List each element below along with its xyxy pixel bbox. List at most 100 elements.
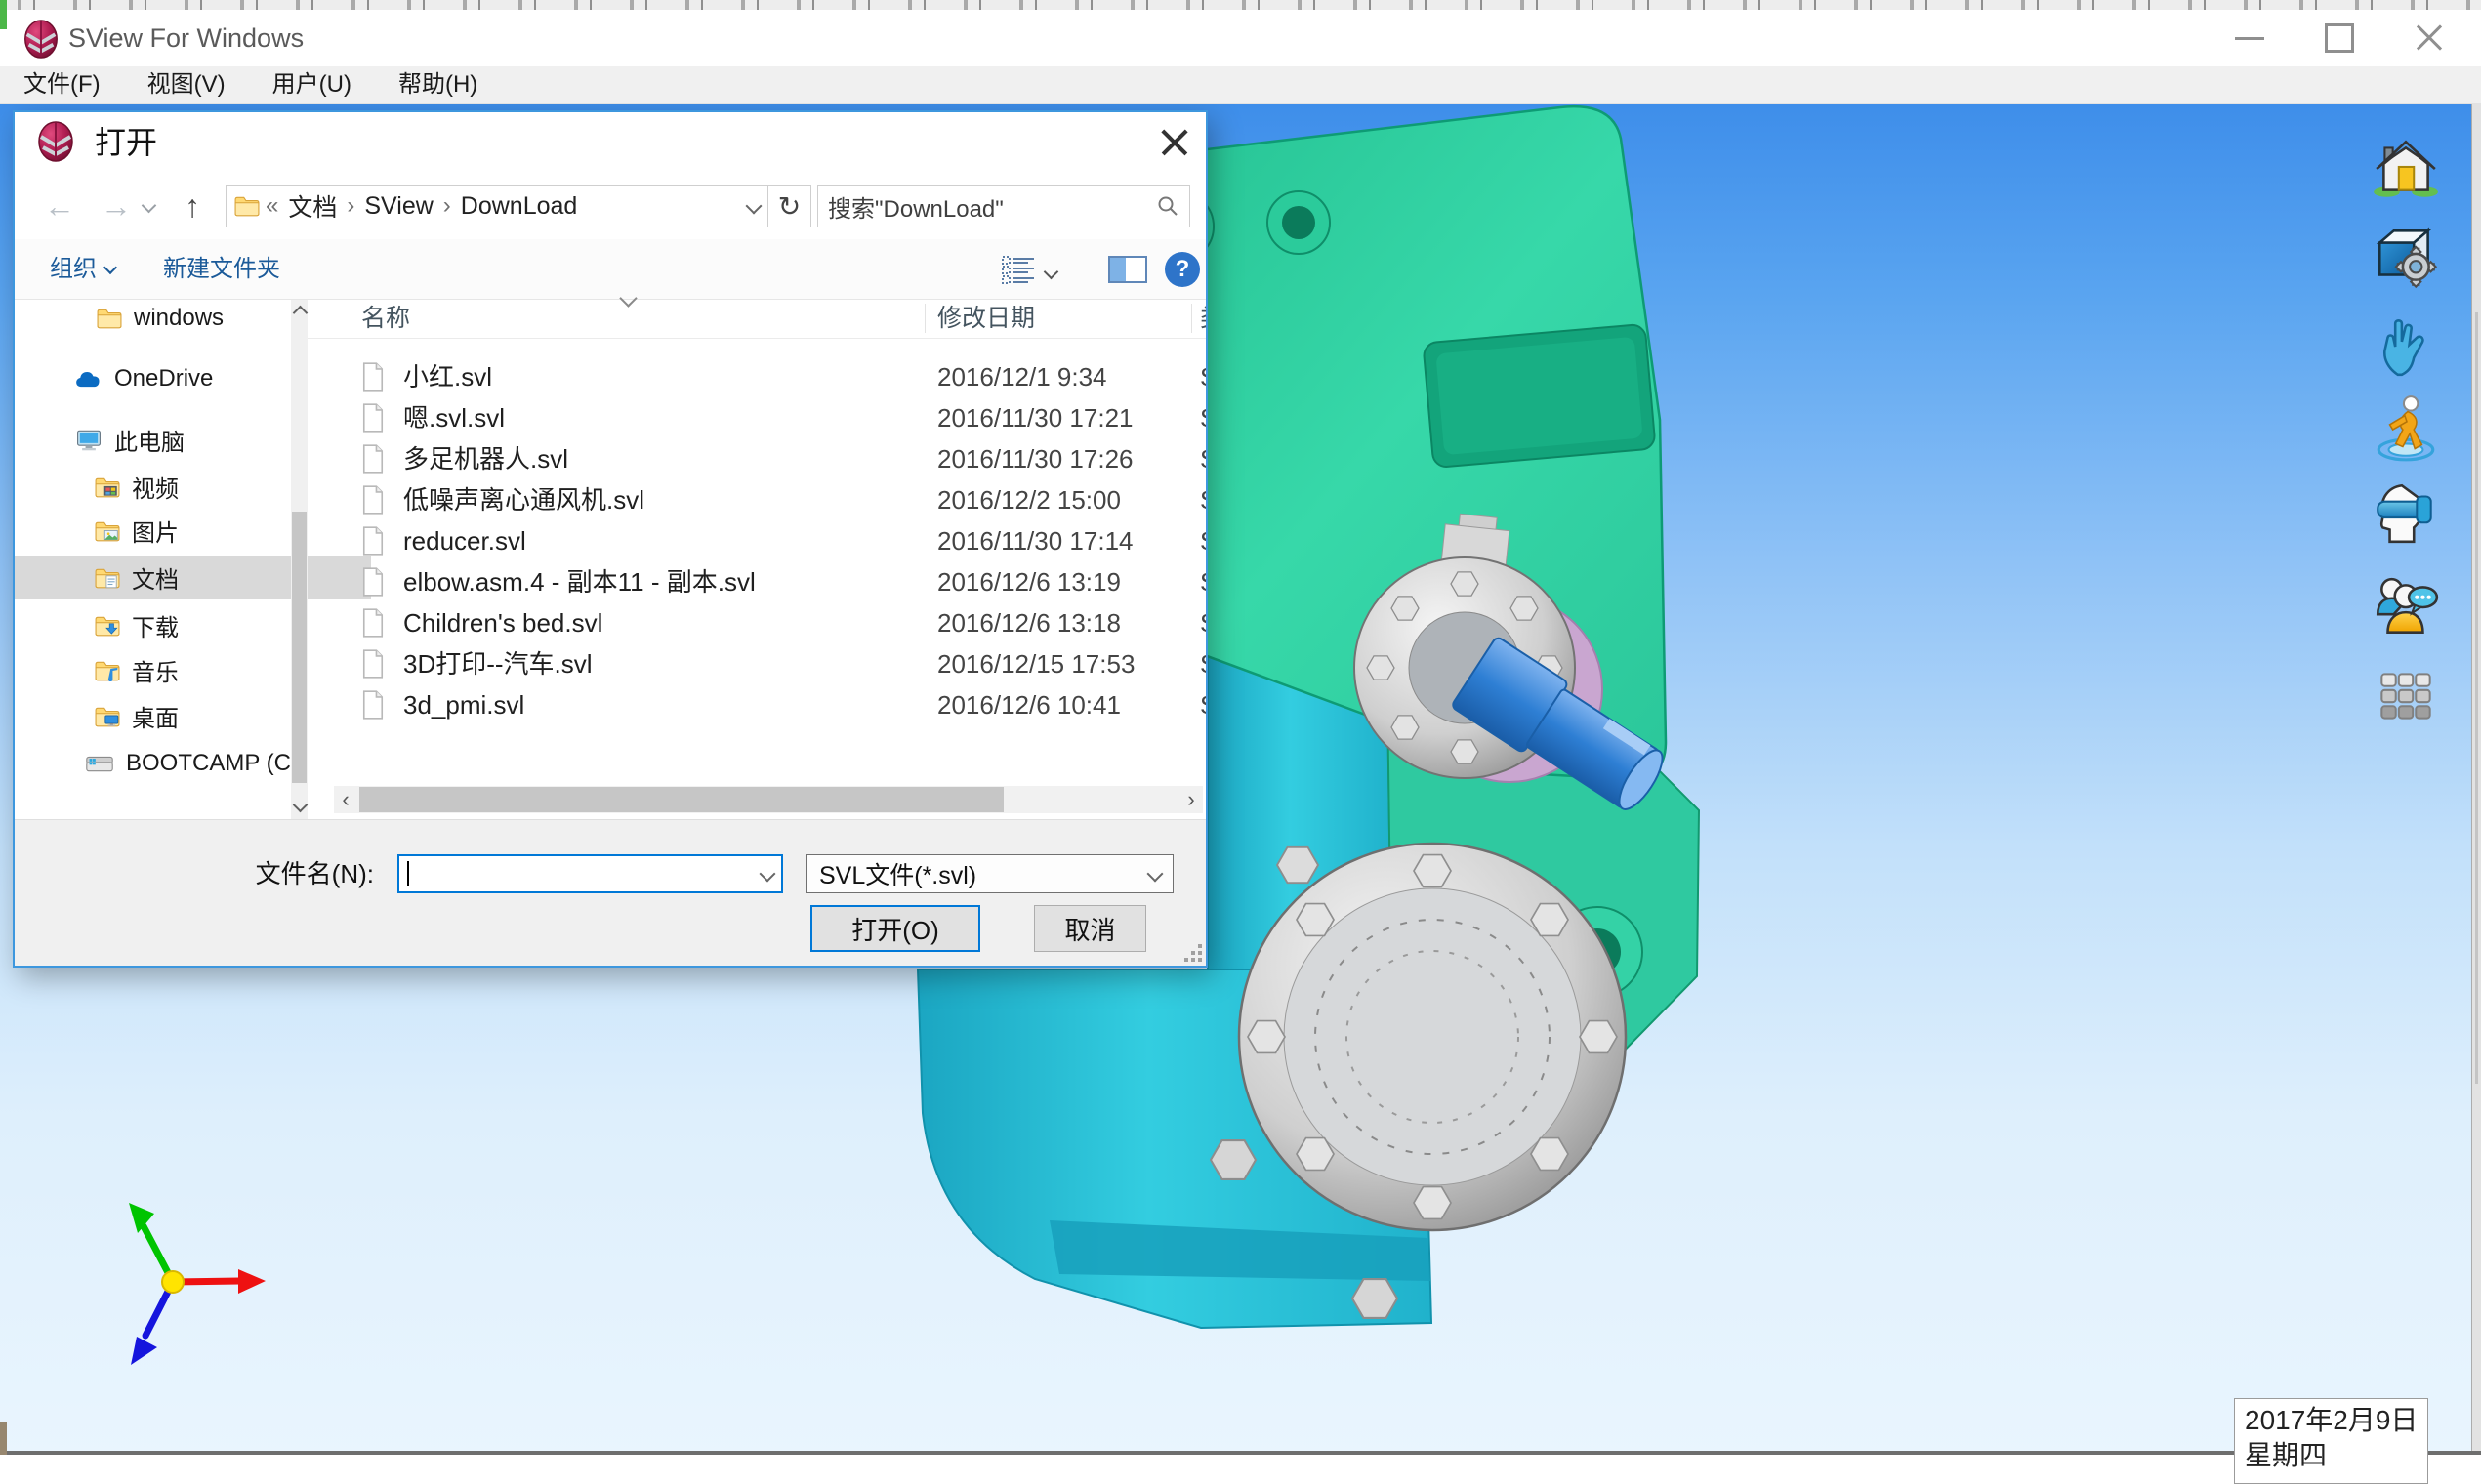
search-box[interactable]: 搜索"DownLoad" — [817, 185, 1190, 227]
file-icon — [361, 485, 385, 515]
file-name: 低噪声离心通风机.svl — [403, 479, 644, 520]
vr-view-icon — [2370, 477, 2442, 550]
cancel-button[interactable]: 取消 — [1034, 905, 1146, 952]
sidebar-item-bootcamp-drive[interactable]: BOOTCAMP (C: — [15, 741, 361, 785]
file-row[interactable]: elbow.asm.4 - 副本11 - 副本.svl 2016/12/6 13… — [308, 561, 1208, 602]
column-divider[interactable] — [1191, 304, 1192, 333]
nav-forward-button[interactable]: → — [97, 186, 136, 226]
help-button[interactable]: ? — [1165, 252, 1200, 287]
preview-pane-icon[interactable] — [1108, 256, 1147, 283]
organize-button[interactable]: 组织 — [50, 239, 115, 300]
file-row[interactable]: Children's bed.svl 2016/12/6 13:18 S — [308, 602, 1208, 643]
file-row[interactable]: 多足机器人.svl 2016/11/30 17:26 S — [308, 438, 1208, 479]
column-date-modified[interactable]: 修改日期 — [937, 300, 1035, 337]
nav-up-button[interactable]: ↑ — [173, 186, 212, 226]
vr-view-button[interactable] — [2370, 477, 2442, 550]
sidebar-scrollbar[interactable] — [291, 300, 308, 819]
breadcrumb-collapsed[interactable]: « — [260, 192, 284, 220]
scrollbar-thumb[interactable] — [359, 787, 1004, 812]
file-row[interactable]: 嗯.svl.svl 2016/11/30 17:21 S — [308, 397, 1208, 438]
menu-view[interactable]: 视图(V) — [124, 66, 249, 103]
view-mode-icon[interactable] — [1001, 255, 1036, 284]
scroll-left-icon[interactable]: ‹ — [334, 786, 357, 813]
taskbar-edge — [0, 1451, 2481, 1455]
open-button[interactable]: 打开(O) — [810, 905, 980, 952]
app-title: SView For Windows — [68, 10, 304, 66]
file-row[interactable]: reducer.svl 2016/11/30 17:14 S — [308, 520, 1208, 561]
minimize-button[interactable] — [2226, 10, 2273, 66]
file-type: S — [1200, 520, 1208, 561]
sidebar-label: 桌面 — [132, 699, 179, 733]
file-row[interactable]: 低噪声离心通风机.svl 2016/12/2 15:00 S — [308, 479, 1208, 520]
file-date: 2016/11/30 17:26 — [937, 438, 1133, 479]
edge-scrollbar-fragment — [2475, 312, 2478, 1084]
background-window-fragment — [0, 0, 7, 29]
maximize-button[interactable] — [2316, 10, 2363, 66]
new-folder-button[interactable]: 新建文件夹 — [163, 239, 280, 300]
file-name: elbow.asm.4 - 副本11 - 副本.svl — [403, 561, 756, 602]
dialog-command-bar: 组织 新建文件夹 ? — [15, 239, 1206, 300]
resize-grip[interactable] — [1184, 944, 1202, 962]
dialog-close-button[interactable] — [1149, 118, 1200, 167]
select-hand-button[interactable] — [2370, 309, 2442, 381]
dialog-logo-icon — [36, 120, 75, 168]
dialog-body: windows OneDrive 此电脑 视频 — [15, 300, 1206, 819]
filename-label: 文件名(N): — [161, 854, 374, 893]
text-caret — [407, 861, 409, 886]
documents-folder-icon — [95, 567, 120, 589]
apps-grid-button[interactable] — [2370, 660, 2442, 732]
file-row[interactable]: 小红.svl 2016/12/1 9:34 S — [308, 356, 1208, 397]
menu-user[interactable]: 用户(U) — [249, 66, 375, 103]
nav-back-button[interactable]: ← — [40, 186, 79, 226]
breadcrumb-sview[interactable]: SView — [360, 192, 436, 221]
sidebar-label: OneDrive — [114, 365, 213, 392]
chevron-up-icon — [293, 306, 309, 321]
desktop-folder-icon — [95, 706, 120, 727]
breadcrumb-separator: › — [437, 192, 457, 220]
scroll-right-icon[interactable]: › — [1179, 786, 1203, 813]
search-text: 搜索"DownLoad" — [828, 189, 1004, 224]
file-name: 3d_pmi.svl — [403, 684, 524, 725]
file-name: 多足机器人.svl — [403, 438, 568, 479]
home-button[interactable] — [2370, 132, 2442, 204]
dialog-footer: 文件名(N): SVL文件(*.svl) 打开(O) 取消 — [15, 819, 1206, 968]
file-icon — [361, 690, 385, 720]
file-date: 2016/12/6 10:41 — [937, 684, 1121, 725]
scrollbar-thumb[interactable] — [292, 512, 307, 783]
file-icon — [361, 444, 385, 474]
menu-file[interactable]: 文件(F) — [0, 66, 124, 103]
horizontal-scrollbar[interactable]: ‹ › — [334, 786, 1203, 813]
nav-history-dropdown[interactable] — [144, 200, 157, 214]
file-date: 2016/12/6 13:18 — [937, 602, 1121, 643]
file-name: 小红.svl — [403, 356, 492, 397]
breadcrumb-download[interactable]: DownLoad — [457, 192, 582, 221]
column-type[interactable]: 类 — [1200, 300, 1208, 337]
music-folder-icon — [95, 660, 120, 681]
chevron-down-icon[interactable] — [760, 866, 776, 883]
dialog-title: 打开 — [95, 112, 157, 173]
address-bar[interactable]: « 文档 › SView › DownLoad — [226, 185, 768, 227]
maximize-icon — [2325, 23, 2354, 53]
file-date: 2016/12/6 13:19 — [937, 561, 1121, 602]
minimize-icon — [2235, 37, 2264, 40]
file-type: S — [1200, 479, 1208, 520]
date-tooltip: 2017年2月9日 星期四 — [2234, 1398, 2428, 1484]
refresh-button[interactable]: ↻ — [768, 185, 811, 227]
walkthrough-button[interactable] — [2370, 392, 2442, 464]
column-divider[interactable] — [925, 304, 926, 333]
file-row[interactable]: 3D打印--汽车.svl 2016/12/15 17:53 S — [308, 643, 1208, 684]
breadcrumb-documents[interactable]: 文档 — [284, 188, 341, 224]
close-button[interactable] — [2406, 10, 2453, 66]
column-name[interactable]: 名称 — [361, 300, 410, 337]
model-settings-icon — [2370, 221, 2442, 293]
sview-logo-icon — [21, 19, 61, 64]
chevron-down-icon[interactable] — [746, 198, 763, 215]
filename-input[interactable] — [397, 854, 783, 893]
menu-help[interactable]: 帮助(H) — [375, 66, 501, 103]
model-settings-button[interactable] — [2370, 221, 2442, 293]
filetype-select[interactable]: SVL文件(*.svl) — [806, 854, 1174, 893]
file-row[interactable]: 3d_pmi.svl 2016/12/6 10:41 S — [308, 684, 1208, 725]
chevron-down-icon[interactable] — [1044, 265, 1059, 280]
collaboration-button[interactable] — [2370, 572, 2442, 644]
file-name: reducer.svl — [403, 520, 526, 561]
